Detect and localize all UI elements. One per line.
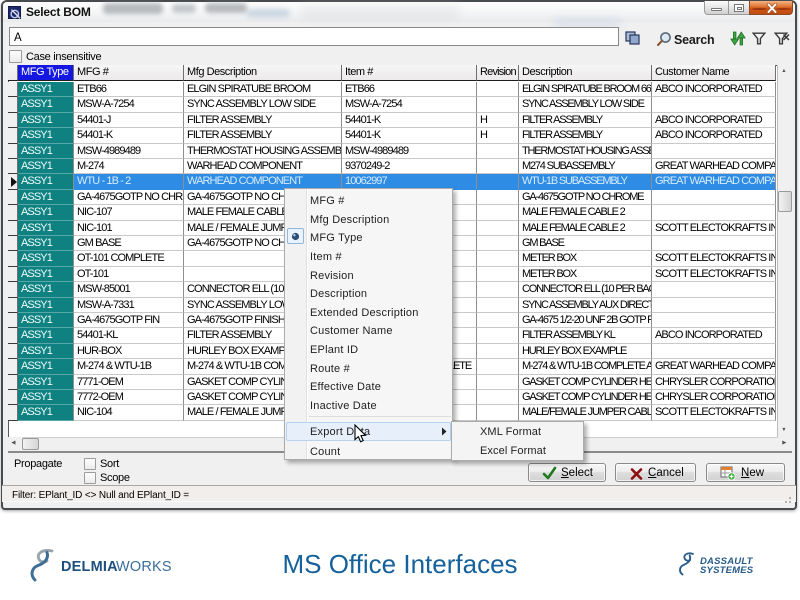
- svg-text:SYSTEMES: SYSTEMES: [700, 565, 754, 576]
- svg-text:DELMIA: DELMIA: [61, 559, 118, 575]
- svg-text:WORKS: WORKS: [116, 559, 172, 575]
